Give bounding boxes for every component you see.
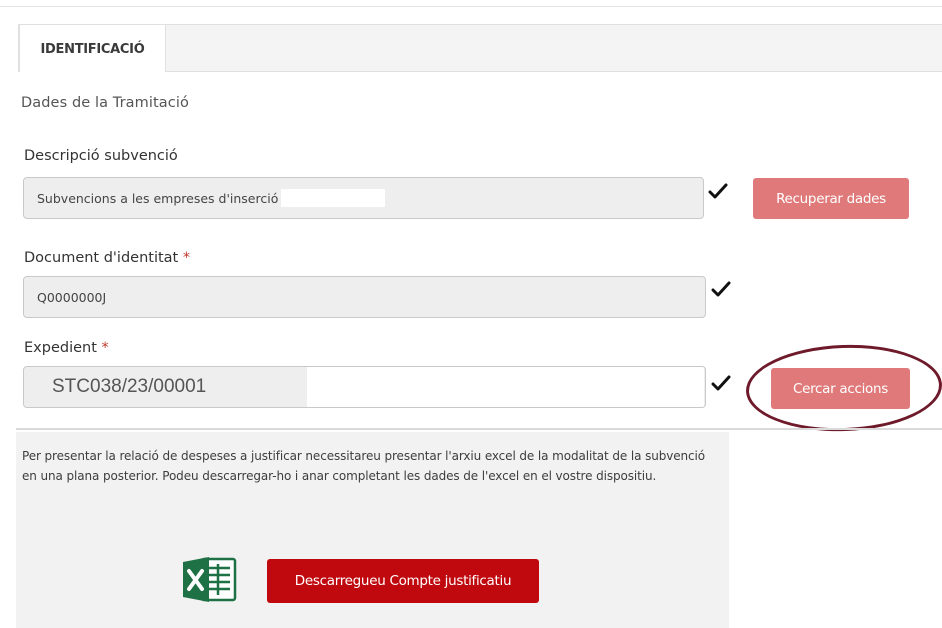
annotation-circle — [744, 341, 942, 435]
info-text: Per presentar la relació de despeses a j… — [22, 449, 706, 483]
excel-icon[interactable] — [183, 556, 237, 603]
check-icon — [711, 375, 731, 391]
expedient-field[interactable]: STC038/23/00001 — [23, 366, 706, 408]
expedient-value: STC038/23/00001 — [52, 376, 207, 397]
top-divider — [0, 6, 942, 7]
required-asterisk: * — [182, 250, 191, 266]
tab-identificacio[interactable]: IDENTIFICACIÓ — [19, 24, 166, 72]
descripcio-label: Descripció subvenció — [24, 148, 178, 164]
expedient-label: Expedient * — [24, 340, 109, 356]
document-value: Q0000000J — [37, 289, 107, 305]
check-icon — [708, 183, 728, 199]
section-divider — [16, 428, 942, 430]
document-label: Document d'identitat * — [24, 250, 191, 266]
tab-bar: IDENTIFICACIÓ — [18, 24, 942, 72]
required-asterisk: * — [101, 340, 109, 356]
descarregar-compte-justificatiu-button[interactable]: Descarregueu Compte justificatiu — [267, 559, 539, 603]
descripcio-value: Subvencions a les empreses d'inserció — [37, 190, 279, 206]
section-title: Dades de la Tramitació — [21, 95, 189, 111]
redacted-area — [307, 367, 704, 407]
recuperar-dades-button[interactable]: Recuperar dades — [753, 178, 909, 219]
check-icon — [711, 281, 731, 297]
document-identitat-field[interactable]: Q0000000J — [23, 276, 706, 318]
redacted-area — [281, 189, 386, 207]
descripcio-field[interactable]: Subvencions a les empreses d'inserció — [23, 177, 704, 219]
